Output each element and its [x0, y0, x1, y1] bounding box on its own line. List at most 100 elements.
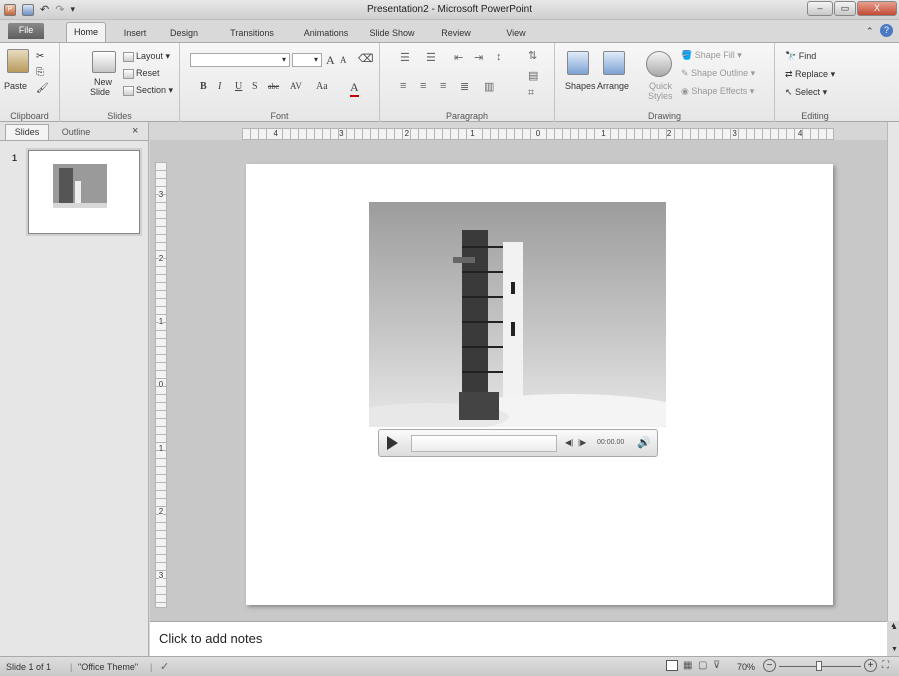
media-controls: ◀| |▶ 00:00.00 🔊 [378, 429, 658, 457]
minimize-ribbon-icon[interactable]: ⌃ [866, 26, 874, 37]
change-case-button[interactable]: Aa [316, 81, 328, 92]
format-painter-icon[interactable]: 🖌 [36, 83, 49, 94]
reset-button[interactable]: Reset [123, 68, 160, 79]
new-slide-label-2[interactable]: Slide [90, 87, 110, 97]
replace-button[interactable]: ⇄ Replace ▾ [785, 69, 835, 80]
chevron-down-icon: ▾ [313, 55, 318, 64]
volume-icon[interactable]: 🔊 [637, 436, 651, 449]
shape-outline-button[interactable]: ✎ Shape Outline ▾ [681, 68, 755, 79]
bold-button[interactable]: B [200, 81, 207, 92]
new-slide-label-1[interactable]: New [94, 77, 112, 87]
slide[interactable]: ◀| |▶ 00:00.00 🔊 [246, 164, 833, 605]
slideshow-view-icon[interactable]: ⊽ [713, 660, 720, 671]
font-name-field[interactable]: ▾ [190, 53, 290, 67]
new-slide-icon[interactable] [92, 51, 116, 73]
help-icon[interactable]: ? [880, 24, 893, 37]
smartart-icon[interactable]: ⌗ [528, 87, 534, 100]
slide-thumbnail[interactable] [28, 150, 140, 234]
section-button[interactable]: Section ▾ [123, 85, 173, 96]
notes-scroll-up-icon[interactable]: ▲ [891, 624, 898, 631]
tab-design[interactable]: Design [166, 25, 202, 42]
reading-view-icon[interactable]: ▢ [698, 660, 707, 671]
font-size-field[interactable]: ▾ [292, 53, 322, 67]
shrink-font-button[interactable]: A [340, 55, 347, 65]
zoom-out-button[interactable]: − [763, 659, 776, 672]
tab-transitions[interactable]: Transitions [224, 25, 280, 42]
line-spacing-icon[interactable]: ↕ [496, 51, 502, 63]
font-color-button[interactable]: A [350, 80, 359, 97]
cut-icon[interactable]: ✂ [36, 51, 44, 62]
ribbon-tabs: File Home Insert Design Transitions Anim… [0, 20, 899, 42]
layout-button[interactable]: Layout ▾ [123, 51, 170, 62]
underline-button[interactable]: U [235, 81, 242, 92]
close-button[interactable]: X [857, 1, 897, 16]
zoom-slider-thumb[interactable] [816, 661, 822, 671]
text-direction-icon[interactable]: ⇅ [528, 49, 537, 62]
arrange-button[interactable]: Arrange [597, 81, 629, 91]
shapes-icon[interactable] [567, 51, 589, 75]
skip-back-icon[interactable]: ◀| [565, 438, 573, 447]
tab-home[interactable]: Home [66, 22, 106, 42]
bullets-icon[interactable]: ☰ [400, 51, 410, 64]
slide-sorter-icon[interactable]: ▦ [683, 660, 692, 671]
increase-indent-icon[interactable]: ⇥ [474, 51, 483, 64]
close-pane-icon[interactable]: × [132, 125, 138, 137]
shadow-button[interactable]: S [252, 81, 258, 92]
normal-view-icon[interactable] [666, 660, 678, 671]
video-frame[interactable] [349, 202, 689, 434]
tab-view[interactable]: View [499, 25, 533, 42]
paste-icon[interactable] [7, 49, 29, 73]
shape-fill-button[interactable]: 🪣 Shape Fill ▾ [681, 50, 742, 61]
reset-label: Reset [136, 68, 160, 78]
minimize-button[interactable]: – [807, 1, 833, 16]
notes-placeholder[interactable]: Click to add notes [159, 631, 262, 646]
paste-button[interactable]: Paste [4, 81, 27, 91]
quick-styles-icon[interactable] [646, 51, 672, 77]
notes-pane[interactable]: Click to add notes ▲ ▼ [150, 621, 898, 656]
restore-button[interactable]: ▭ [834, 1, 856, 16]
tab-slide-show[interactable]: Slide Show [366, 25, 418, 42]
vertical-scrollbar[interactable]: ▲ [887, 122, 899, 629]
quick-styles-label-1[interactable]: Quick [649, 81, 672, 91]
shape-effects-button[interactable]: ◉ Shape Effects ▾ [681, 86, 754, 97]
zoom-in-button[interactable]: + [864, 659, 877, 672]
tab-outline[interactable]: Outline [54, 126, 98, 140]
pencil-icon: ✎ [681, 68, 692, 78]
arrange-icon[interactable] [603, 51, 625, 75]
decrease-indent-icon[interactable]: ⇤ [454, 51, 463, 64]
columns-icon[interactable]: ▥ [484, 80, 494, 93]
shape-effects-label: Shape Effects [691, 86, 748, 96]
media-progress-bar[interactable] [411, 435, 557, 452]
justify-icon[interactable]: ≣ [460, 80, 469, 93]
theme-status[interactable]: "Office Theme" [78, 662, 138, 672]
tab-review[interactable]: Review [436, 25, 476, 42]
fit-to-window-icon[interactable]: ⛶ [882, 660, 889, 671]
ruler-number: 0 [158, 380, 164, 390]
grow-font-button[interactable]: A [326, 53, 335, 68]
strikethrough-button[interactable]: abc [268, 82, 279, 91]
numbering-icon[interactable]: ☰ [426, 51, 436, 64]
align-right-icon[interactable]: ≡ [440, 80, 446, 92]
skip-forward-icon[interactable]: |▶ [578, 438, 586, 447]
quick-styles-label-2[interactable]: Styles [648, 91, 673, 101]
clear-formatting-icon[interactable]: ⌫ [358, 52, 374, 65]
play-icon[interactable] [387, 436, 398, 450]
ruler-number: 1 [601, 129, 606, 139]
tab-slides[interactable]: Slides [5, 124, 49, 140]
align-center-icon[interactable]: ≡ [420, 80, 426, 92]
shapes-button[interactable]: Shapes [565, 81, 596, 91]
zoom-level[interactable]: 70% [737, 662, 755, 672]
tab-animations[interactable]: Animations [297, 25, 355, 42]
spell-check-icon[interactable]: ✓ [160, 660, 169, 673]
select-button[interactable]: ↖ Select ▾ [785, 87, 827, 98]
copy-icon[interactable]: ⎘ [36, 67, 44, 78]
align-text-icon[interactable]: ▤ [528, 69, 538, 82]
tab-file[interactable]: File [8, 23, 44, 39]
character-spacing-button[interactable]: AV [290, 81, 302, 91]
ruler-number: 1 [158, 317, 164, 327]
notes-scroll-down-icon[interactable]: ▼ [891, 646, 898, 653]
tab-insert[interactable]: Insert [118, 25, 152, 42]
find-button[interactable]: 🔭 Find [785, 51, 816, 62]
align-left-icon[interactable]: ≡ [400, 80, 406, 92]
italic-button[interactable]: I [218, 81, 221, 92]
